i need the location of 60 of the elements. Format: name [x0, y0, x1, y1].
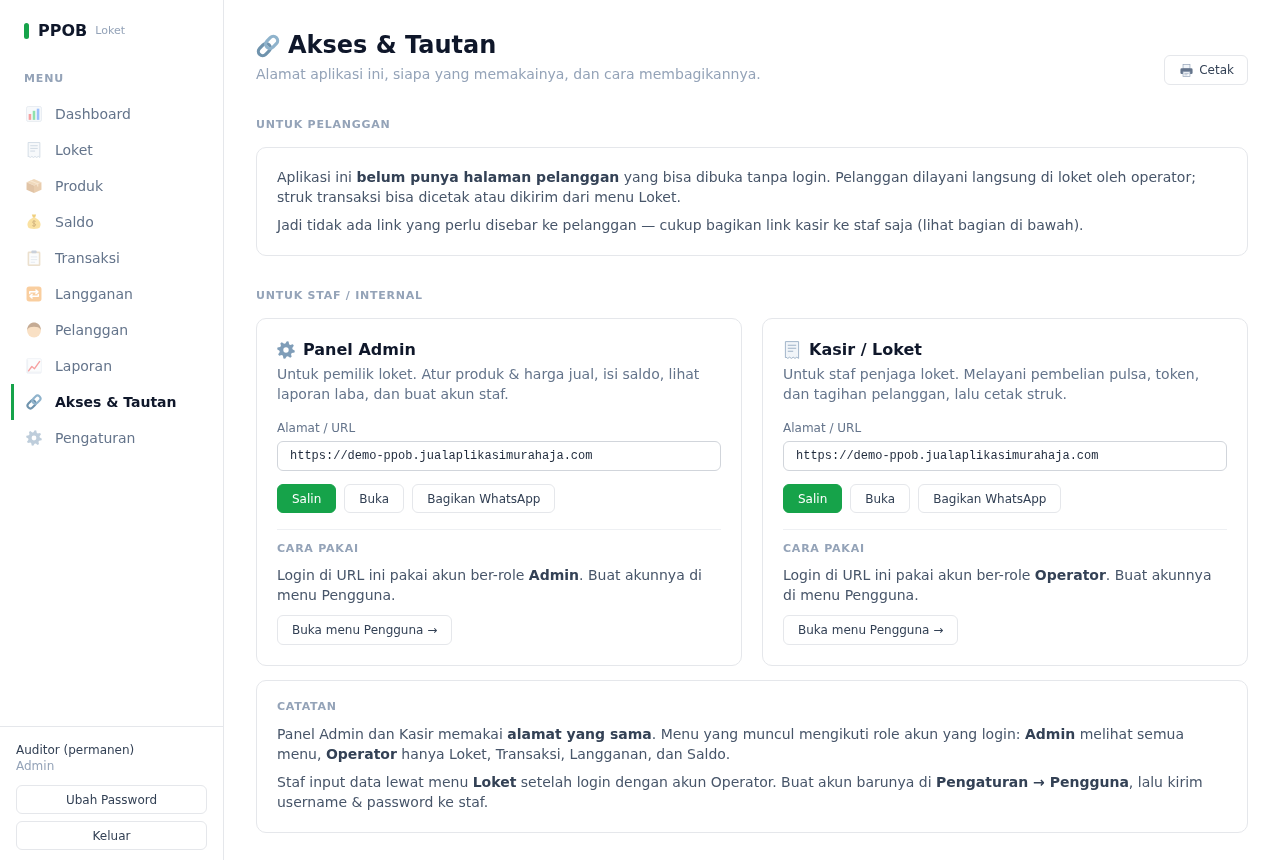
url-field[interactable]: https://demo-ppob.jualaplikasimurahaja.com: [783, 441, 1227, 471]
action-button[interactable]: Bagikan WhatsApp: [412, 484, 556, 513]
gear-icon: [277, 341, 295, 359]
action-button[interactable]: Buka: [850, 484, 911, 513]
brand-tag: Loket: [95, 21, 125, 41]
sidebar-item[interactable]: Loket: [11, 132, 223, 168]
repeat-icon: [26, 286, 42, 302]
receipt-icon: [783, 341, 801, 359]
sidebar-item[interactable]: Dashboard: [11, 96, 223, 132]
action-button[interactable]: Bagikan WhatsApp: [918, 484, 1062, 513]
link-icon: [256, 33, 280, 58]
url-field[interactable]: https://demo-ppob.jualaplikasimurahaja.com: [277, 441, 721, 471]
sidebar-item[interactable]: Akses & Tautan: [11, 384, 223, 420]
bar-chart-icon: [26, 106, 42, 122]
print-button[interactable]: Cetak: [1164, 55, 1248, 85]
person-icon: [26, 322, 42, 338]
card-description: Untuk pemilik loket. Atur produk & harga jual, isi saldo, lihat laporan laba, dan buat akun staf.: [277, 365, 701, 404]
sidebar-button[interactable]: Keluar: [16, 821, 207, 850]
card-title: Panel Admin: [303, 339, 416, 361]
box-icon: [26, 178, 42, 194]
card-title: Kasir / Loket: [809, 339, 922, 361]
section-heading: UNTUK PELANGGAN: [256, 118, 392, 132]
usage-text: Login di URL ini pakai akun ber-role Admin. Buat akunnya di menu Pengguna.: [277, 566, 703, 605]
line-chart-icon: [26, 358, 42, 374]
sidebar-item[interactable]: Produk: [11, 168, 223, 204]
brand-name: PPOB: [38, 21, 88, 41]
field-label: Alamat / URL: [783, 420, 863, 436]
paragraph: Staf input data lewat menu Loket setelah login dengan akun Operator. Buat akun barunya di Pengaturan → Pengguna, lalu kirim username & password ke staf.: [277, 773, 1204, 812]
usage-text: Login di URL ini pakai akun ber-role Operator. Buat akunnya di menu Pengguna.: [783, 566, 1213, 605]
section-heading: UNTUK STAF / INTERNAL: [256, 289, 424, 303]
notes-heading: CATATAN: [277, 700, 338, 714]
sidebar-item[interactable]: Langganan: [11, 276, 223, 312]
sidebar-item[interactable]: Pengaturan: [11, 420, 223, 456]
link-icon: [26, 394, 42, 410]
user-name: Auditor (permanen): [16, 742, 136, 758]
sidebar-button[interactable]: Ubah Password: [16, 785, 207, 814]
logo-bar-icon: [24, 23, 29, 39]
open-users-button[interactable]: Buka menu Pengguna →: [783, 615, 959, 645]
paragraph: Aplikasi ini belum punya halaman pelanggan yang bisa dibuka tanpa login. Pelanggan dilayani langsung di loket oleh operator; struk transaksi bisa dicetak atau dikirim dari menu Loket.: [277, 168, 1197, 207]
open-users-button[interactable]: Buka menu Pengguna →: [277, 615, 453, 645]
action-button[interactable]: Buka: [344, 484, 405, 513]
paragraph: Jadi tidak ada link yang perlu disebar ke pelanggan — cukup bagikan link kasir ke staf saja (lihat bagian di bawah).: [277, 216, 1085, 235]
receipt-icon: [26, 142, 42, 158]
gear-icon: [26, 430, 42, 446]
sidebar-item[interactable]: Pelanggan: [11, 312, 223, 348]
clipboard-icon: [26, 250, 42, 266]
sidebar-item[interactable]: Laporan: [11, 348, 223, 384]
printer-icon: [1180, 63, 1194, 77]
sidebar-item[interactable]: Saldo: [11, 204, 223, 240]
usage-heading: CARA PAKAI: [277, 542, 360, 556]
money-bag-icon: [26, 214, 42, 230]
sidebar-item[interactable]: Transaksi: [11, 240, 223, 276]
usage-heading: CARA PAKAI: [783, 542, 866, 556]
user-role: Admin: [16, 758, 56, 774]
paragraph: Panel Admin dan Kasir memakai alamat yang sama. Menu yang muncul mengikuti role akun yang login: Admin melihat semua menu, Operator hanya Loket, Transaksi, Langganan, dan Saldo.: [277, 725, 1186, 764]
page-subtitle: Alamat aplikasi ini, siapa yang memakainya, dan cara membagikannya.: [256, 65, 761, 84]
card-description: Untuk staf penjaga loket. Melayani pembelian pulsa, token, dan tagihan pelanggan, lalu cetak struk.: [783, 365, 1201, 404]
menu-heading: MENU: [24, 72, 66, 86]
page-title: Akses & Tautan: [288, 30, 497, 61]
field-label: Alamat / URL: [277, 420, 357, 436]
